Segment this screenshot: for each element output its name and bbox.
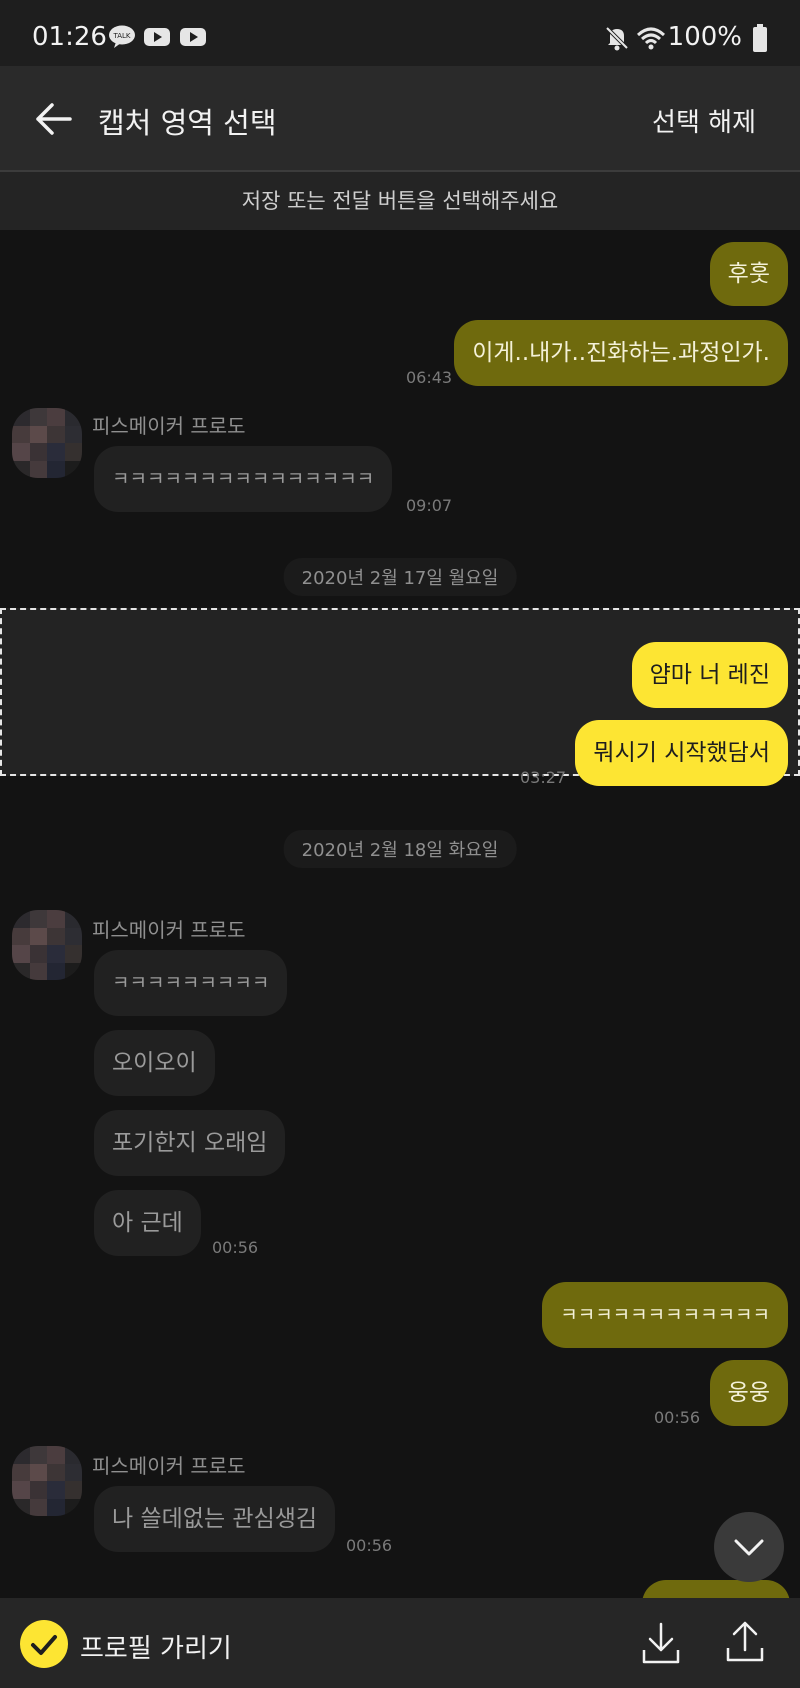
- download-icon[interactable]: [640, 1620, 682, 1666]
- bottom-bar: 프로필 가리기: [0, 1598, 800, 1688]
- mute-icon: [605, 26, 629, 51]
- battery-percent: 100%: [667, 22, 742, 52]
- date-divider: 2020년 2월 18일 화요일: [283, 830, 517, 868]
- hide-profile-toggle[interactable]: [20, 1620, 68, 1668]
- scroll-to-bottom-button[interactable]: [714, 1512, 784, 1582]
- status-bar: 01:26 TALK 100%: [0, 0, 800, 66]
- avatar[interactable]: [12, 408, 82, 478]
- avatar[interactable]: [12, 910, 82, 980]
- page-title: 캡처 영역 선택: [98, 106, 277, 140]
- svg-text:TALK: TALK: [112, 32, 130, 40]
- other-message[interactable]: 아 근데: [94, 1190, 201, 1256]
- my-message-partial[interactable]: [642, 1580, 790, 1598]
- battery-status: 100%: [668, 22, 742, 52]
- wifi-icon: [636, 27, 666, 50]
- chat-area[interactable]: 후훗 06:43 이게..내가..진화하는.과정인가. 피스메이커 프로도 ㅋㅋ…: [0, 230, 800, 1598]
- youtube-icon: [144, 28, 170, 46]
- app-bar: 캡처 영역 선택 선택 해제: [0, 66, 800, 172]
- share-icon[interactable]: [724, 1618, 766, 1664]
- chevron-down-icon: [734, 1539, 764, 1556]
- status-time: 01:26: [32, 22, 107, 52]
- sender-name: 피스메이커 프로도: [92, 1454, 246, 1478]
- my-message[interactable]: ㅋㅋㅋㅋㅋㅋㅋㅋㅋㅋㅋㅋ: [542, 1282, 788, 1348]
- my-message[interactable]: 웅웅: [709, 1360, 788, 1426]
- hide-profile-label[interactable]: 프로필 가리기: [80, 1628, 232, 1665]
- instruction-banner: 저장 또는 전달 버튼을 선택해주세요: [0, 172, 800, 230]
- other-message[interactable]: 오이오이: [94, 1030, 215, 1096]
- other-message[interactable]: 포기한지 오래임: [94, 1110, 286, 1176]
- other-message[interactable]: ㅋㅋㅋㅋㅋㅋㅋㅋㅋ: [94, 950, 288, 1016]
- message-time: 00:56: [654, 1408, 701, 1427]
- my-message[interactable]: 후훗: [709, 242, 788, 306]
- message-time: 09:07: [406, 496, 453, 515]
- my-message[interactable]: 얌마 너 레진: [631, 642, 788, 708]
- youtube-icon: [180, 28, 206, 46]
- other-message[interactable]: 나 쓸데없는 관심생김: [94, 1486, 336, 1552]
- avatar[interactable]: [12, 1446, 82, 1516]
- message-time: 00:56: [346, 1536, 393, 1555]
- message-time: 00:56: [212, 1238, 259, 1257]
- deselect-button[interactable]: 선택 해제: [652, 102, 756, 139]
- other-message[interactable]: ㅋㅋㅋㅋㅋㅋㅋㅋㅋㅋㅋㅋㅋㅋㅋ: [94, 446, 393, 512]
- sender-name: 피스메이커 프로도: [92, 414, 246, 438]
- date-divider: 2020년 2월 17일 월요일: [283, 558, 517, 596]
- message-time: 03:27: [520, 768, 567, 787]
- my-message[interactable]: 뭐시기 시작했담서: [575, 720, 788, 786]
- check-icon: [31, 1635, 57, 1655]
- my-message[interactable]: 이게..내가..진화하는.과정인가.: [454, 320, 788, 386]
- sender-name: 피스메이커 프로도: [92, 918, 246, 942]
- back-arrow-icon[interactable]: [30, 96, 76, 142]
- kakaotalk-icon: TALK: [109, 25, 135, 48]
- message-time: 06:43: [406, 368, 453, 387]
- battery-icon: [753, 24, 767, 52]
